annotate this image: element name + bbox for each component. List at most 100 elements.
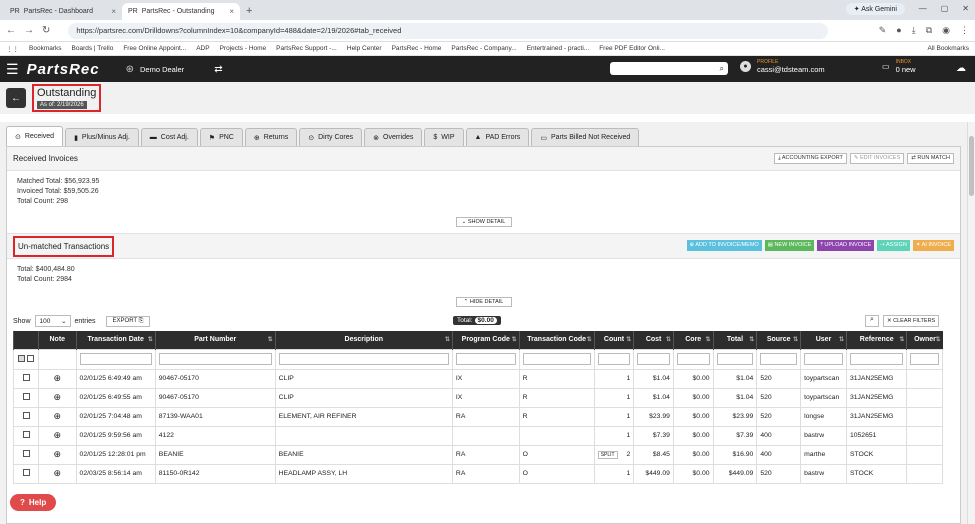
page-scrollbar[interactable] <box>967 122 975 524</box>
show-detail-button[interactable]: ⌄ SHOW DETAIL <box>455 217 512 227</box>
sort-icon[interactable]: ⇅ <box>793 336 798 343</box>
bookmark-item[interactable]: ADP <box>196 45 209 52</box>
url-field[interactable]: https://partsrec.com/Drilldowns?columnIn… <box>68 22 829 39</box>
row-checkbox[interactable] <box>22 450 30 457</box>
column-header[interactable]: Reference ⇅ <box>845 331 907 349</box>
column-filter-input[interactable] <box>597 353 631 365</box>
column-header[interactable]: Part Number ⇅ <box>154 331 276 349</box>
column-header[interactable]: Source ⇅ <box>756 331 801 349</box>
sort-icon[interactable]: ⇅ <box>626 336 631 343</box>
global-search-input[interactable]: ⌕ <box>610 62 728 75</box>
bookmark-item[interactable]: PartsRec - Home <box>392 45 442 52</box>
tab-pad-errors[interactable]: ▲ PAD Errors <box>465 128 530 146</box>
scrollbar-thumb[interactable] <box>969 136 974 196</box>
tab-wip[interactable]: $ WIP <box>424 128 464 146</box>
bookmark-item[interactable]: PartsRec - Company... <box>451 45 516 52</box>
split-button[interactable]: SPLIT <box>597 450 618 459</box>
browser-tab-outstanding[interactable]: PR PartsRec - Outstanding × <box>122 3 240 20</box>
table-row[interactable]: ⊕ 02/01/25 6:49:49 am 90467-05170 CLIP IX R 1 $… <box>12 368 943 389</box>
ask-gemini-button[interactable]: ✦ Ask Gemini <box>845 3 905 15</box>
clear-filters-button[interactable]: ✕ CLEAR FILTERS <box>883 315 940 327</box>
dealer-name[interactable]: Demo Dealer <box>140 65 184 74</box>
column-filter-input[interactable] <box>455 353 516 365</box>
minimize-icon[interactable]: — <box>919 4 927 13</box>
bookmark-item[interactable]: Free Online Appoint... <box>123 45 186 52</box>
partsrec-logo[interactable]: PartsRec <box>27 61 100 78</box>
bookmark-item[interactable]: Boards | Trello <box>72 45 114 52</box>
bookmark-item[interactable]: PartsRec Support -... <box>276 45 337 52</box>
table-row[interactable]: ⊕ 02/03/25 8:56:14 am 81150-0R142 HEADLAMP … <box>12 463 943 484</box>
search-filter-button[interactable]: ⌕ <box>865 315 879 327</box>
tab-returns[interactable]: ⊕ Returns <box>244 128 298 146</box>
back-arrow-icon[interactable]: ← <box>6 25 16 36</box>
column-header[interactable]: Owner ⇅ <box>906 331 943 349</box>
all-bookmarks-link[interactable]: All Bookmarks <box>927 45 969 52</box>
add-note-icon[interactable]: ⊕ <box>54 392 62 402</box>
tab-parts-billed-not-received[interactable]: ▭ Parts Billed Not Received <box>531 128 640 146</box>
assign-button[interactable]: ⇢ ASSIGN <box>877 240 910 251</box>
sort-icon[interactable]: ⇅ <box>839 336 844 343</box>
download-icon[interactable]: ⤓ <box>912 25 916 36</box>
column-header[interactable]: Note <box>38 331 77 349</box>
export-button[interactable]: EXPORT ⎘ <box>105 315 151 327</box>
reload-icon[interactable]: ↻ <box>42 25 50 36</box>
table-row[interactable]: ⊕ 02/01/25 12:28:01 pm BEANIE BEANIE RA O SPLI… <box>12 444 943 465</box>
row-checkbox[interactable] <box>22 374 30 381</box>
row-checkbox[interactable] <box>22 431 30 438</box>
sort-icon[interactable]: ⇅ <box>587 336 592 343</box>
column-header[interactable]: Transaction Date ⇅ <box>75 331 156 349</box>
pen-icon[interactable]: ✎ <box>879 25 887 36</box>
search-icon[interactable]: ⌕ <box>720 64 724 74</box>
column-filter-input[interactable] <box>804 353 843 365</box>
close-window-icon[interactable]: ✕ <box>962 4 969 13</box>
edit-invoices-button[interactable]: ✎ EDIT INVOICES <box>849 153 905 164</box>
sort-icon[interactable]: ⇅ <box>706 336 711 343</box>
column-filter-input[interactable] <box>158 353 272 365</box>
deselect-checkbox[interactable] <box>26 354 34 362</box>
row-checkbox[interactable] <box>22 393 30 400</box>
page-length-select[interactable]: 100 ⌄ <box>34 315 71 327</box>
sort-icon[interactable]: ⇅ <box>512 336 517 343</box>
sort-icon[interactable]: ⇅ <box>935 336 940 343</box>
accounting-export-button[interactable]: ⤓ ACCOUNTING EXPORT <box>774 153 847 164</box>
sort-icon[interactable]: ⇅ <box>899 336 904 343</box>
column-filter-input[interactable] <box>79 353 152 365</box>
column-filter-input[interactable] <box>849 353 904 365</box>
column-header[interactable]: Core ⇅ <box>672 331 714 349</box>
close-icon[interactable]: × <box>229 7 234 16</box>
column-filter-input[interactable] <box>637 353 670 365</box>
select-all-checkbox[interactable] <box>18 354 26 362</box>
tab-overrides[interactable]: ⊗ Overrides <box>364 128 423 146</box>
add-to-invoice-button[interactable]: ⊕ ADD TO INVOICE/MEMO <box>686 240 762 251</box>
new-invoice-button[interactable]: ▤ NEW INVOICE <box>764 240 815 251</box>
table-row[interactable]: ⊕ 02/01/25 6:49:55 am 90467-05170 CLIP IX R 1 $… <box>12 387 943 408</box>
maximize-icon[interactable]: ▢ <box>941 4 949 13</box>
column-header[interactable]: User ⇅ <box>800 331 847 349</box>
browser-tab-dashboard[interactable]: PR PartsRec - Dashboard × <box>4 3 122 20</box>
bookmark-item[interactable]: Bookmarks <box>29 45 62 52</box>
column-filter-input[interactable] <box>716 353 754 365</box>
tab-received[interactable]: ⊙ Received <box>6 126 64 146</box>
column-filter-input[interactable] <box>522 353 591 365</box>
row-checkbox[interactable] <box>22 412 30 419</box>
inbox-menu[interactable]: ▭ INBOX 0 new <box>882 59 916 74</box>
column-header[interactable]: Count ⇅ <box>593 331 634 349</box>
sort-icon[interactable]: ⇅ <box>749 336 754 343</box>
column-filter-input[interactable] <box>278 353 449 365</box>
tab-cost-adj[interactable]: ▬ Cost Adj. <box>140 128 198 146</box>
help-button[interactable]: ? Help <box>10 494 57 511</box>
upload-invoice-button[interactable]: ⤒ UPLOAD INVOICE <box>817 240 875 251</box>
table-row[interactable]: ⊕ 02/01/25 7:04:48 am 87139-WAA01 ELEMENT, … <box>12 406 943 427</box>
sort-icon[interactable]: ⇅ <box>148 336 153 343</box>
puzzle-icon[interactable]: ⧉ <box>926 25 932 36</box>
hamburger-menu-icon[interactable]: ☰ <box>6 61 19 78</box>
hide-detail-button[interactable]: ⌃ HIDE DETAIL <box>455 297 512 307</box>
forward-arrow-icon[interactable]: → <box>24 25 34 36</box>
run-match-button[interactable]: ⇄ RUN MATCH <box>907 153 954 164</box>
add-note-icon[interactable]: ⊕ <box>54 449 62 459</box>
column-filter-input[interactable] <box>676 353 710 365</box>
column-filter-input[interactable] <box>760 353 798 365</box>
column-header[interactable]: Description ⇅ <box>274 331 453 349</box>
add-note-icon[interactable]: ⊕ <box>54 373 62 383</box>
bookmark-item[interactable]: Entertrained - practi... <box>527 45 590 52</box>
